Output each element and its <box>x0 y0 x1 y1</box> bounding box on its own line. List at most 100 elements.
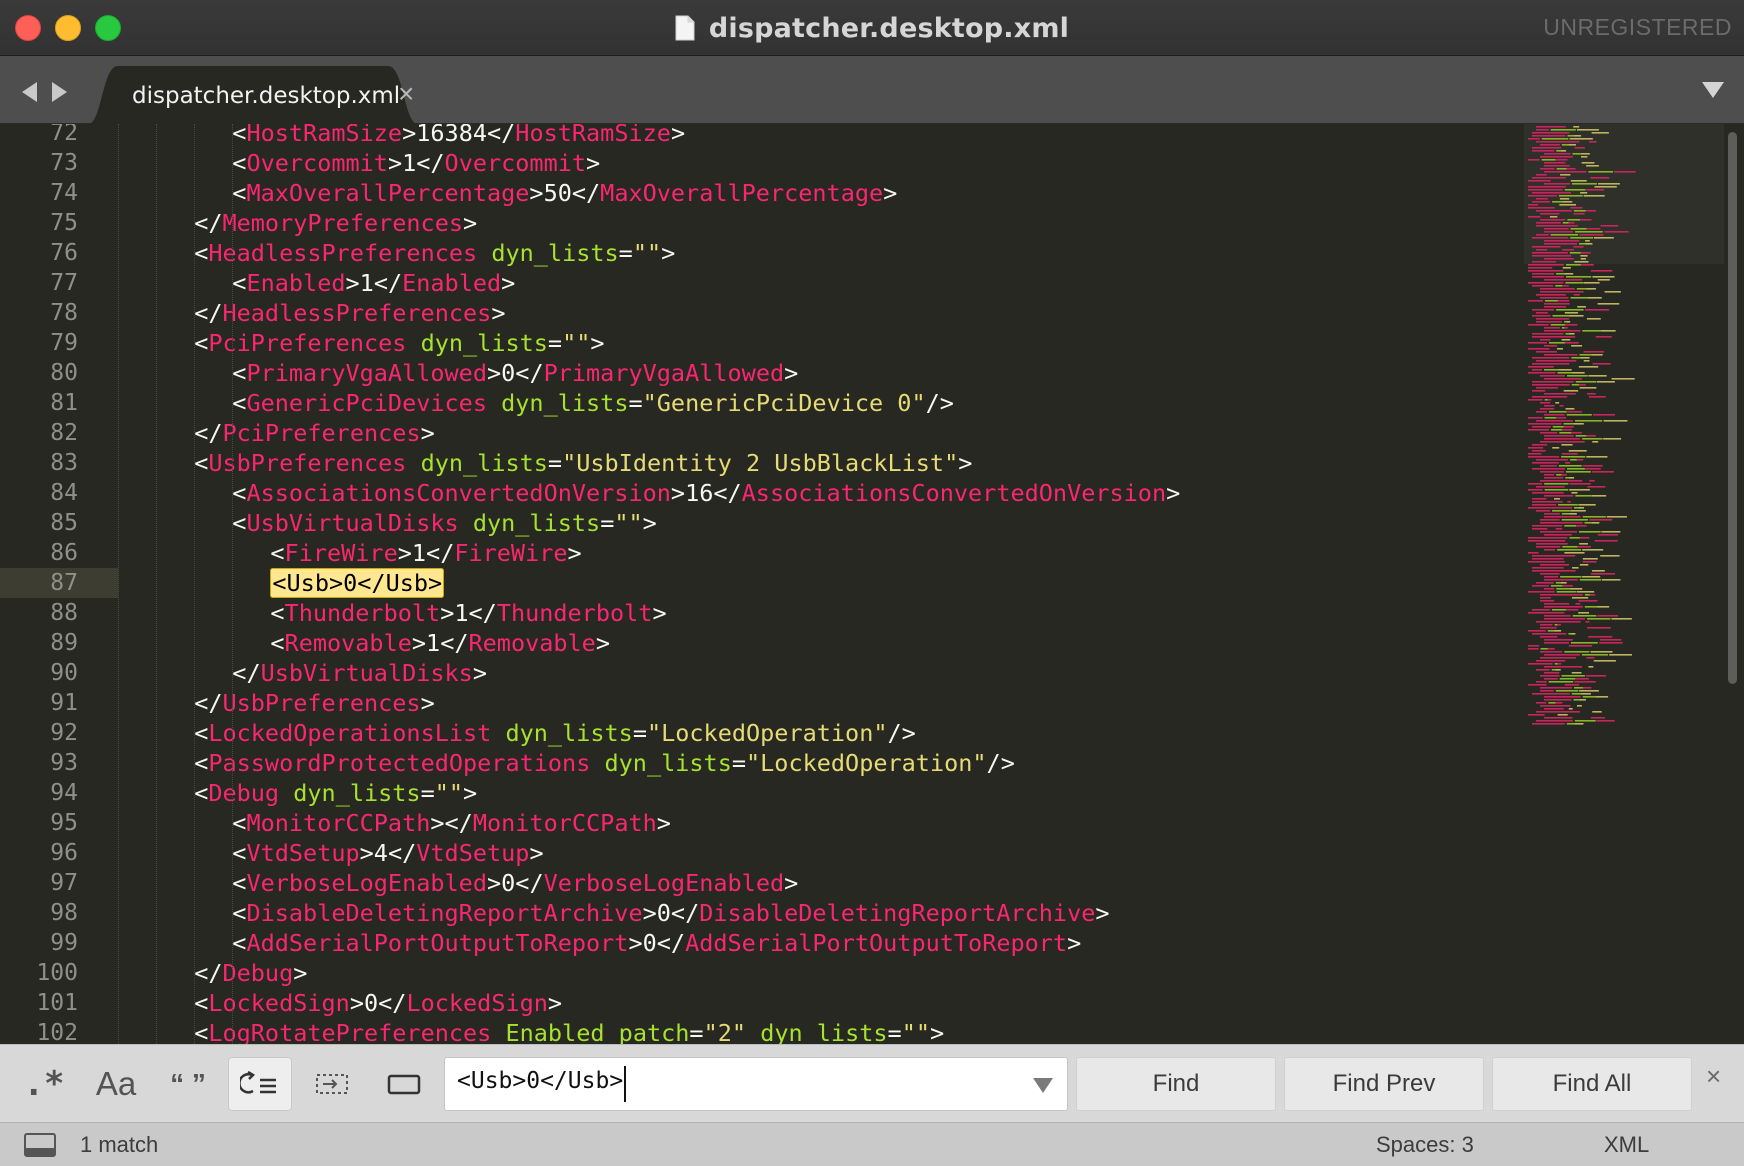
code-token: UsbVirtualDisks <box>246 509 459 537</box>
code-line[interactable]: </PciPreferences> <box>194 418 435 448</box>
code-token: > <box>958 449 973 477</box>
code-token: </ <box>194 689 223 717</box>
find-input[interactable]: <Usb>0</Usb> <box>444 1057 1068 1111</box>
code-token: < <box>194 749 209 777</box>
code-token: Overcommit <box>444 149 587 177</box>
code-token: /> <box>887 719 916 747</box>
code-line[interactable]: <LockedSign>0</LockedSign> <box>194 988 562 1018</box>
code-line[interactable]: <AssociationsConvertedOnVersion>16</Asso… <box>232 478 1180 508</box>
panel-icon[interactable] <box>24 1133 56 1157</box>
regex-icon[interactable]: .* <box>12 1057 76 1111</box>
chevron-right-icon[interactable] <box>52 82 67 102</box>
code-token: Removable <box>284 629 412 657</box>
code-token: HeadlessPreferences <box>222 299 492 327</box>
window-title-wrap: dispatcher.desktop.xml <box>0 0 1744 56</box>
code-token: < <box>232 149 247 177</box>
tab-dispatcher-desktop-xml[interactable]: dispatcher.desktop.xml × <box>88 66 468 124</box>
code-line[interactable]: <Debug dyn_lists=""> <box>194 778 477 808</box>
code-line[interactable]: <Enabled>1</Enabled> <box>232 268 515 298</box>
code-token: /> <box>986 749 1015 777</box>
code-token: 0 <box>501 359 516 387</box>
line-number: 79 <box>50 330 78 356</box>
code-token: VerboseLogEnabled <box>543 869 785 897</box>
code-line[interactable]: <MonitorCCPath></MonitorCCPath> <box>232 808 671 838</box>
vertical-scrollbar[interactable] <box>1728 132 1737 684</box>
code-line[interactable]: <VtdSetup>4</VtdSetup> <box>232 838 543 868</box>
code-line[interactable]: <LogRotatePreferences Enabled patch="2" … <box>194 1018 944 1044</box>
line-number: 91 <box>50 690 78 716</box>
line-number: 80 <box>50 360 78 386</box>
line-number: 85 <box>50 510 78 536</box>
code-token: MonitorCCPath <box>472 809 657 837</box>
wrap-icon[interactable] <box>228 1057 292 1111</box>
code-line[interactable]: <Removable>1</Removable> <box>270 628 610 658</box>
code-line[interactable]: <LockedOperationsList dyn_lists="LockedO… <box>194 718 916 748</box>
code-token: dyn_lists <box>420 449 548 477</box>
code-line[interactable]: <PasswordProtectedOperations dyn_lists="… <box>194 748 1015 778</box>
code-token: "UsbIdentity 2 UsbBlackList" <box>562 449 959 477</box>
find-input-text: <Usb>0</Usb> <box>457 1068 624 1094</box>
code-line[interactable]: <UsbPreferences dyn_lists="UsbIdentity 2… <box>194 448 972 478</box>
code-token: 0 <box>642 929 657 957</box>
code-line[interactable]: <VerboseLogEnabled>0</VerboseLogEnabled> <box>232 868 798 898</box>
code-token: "" <box>632 239 662 267</box>
code-line[interactable]: <AddSerialPortOutputToReport>0</AddSeria… <box>232 928 1081 958</box>
code-token: GenericPciDevices <box>246 389 487 417</box>
line-number: 94 <box>50 780 78 806</box>
code-line[interactable]: <GenericPciDevices dyn_lists="GenericPci… <box>232 388 954 418</box>
code-line[interactable]: <HostRamSize>16384</HostRamSize> <box>232 124 685 148</box>
close-icon[interactable]: × <box>1706 1061 1721 1092</box>
code-token: UsbPreferences <box>222 689 421 717</box>
code-line[interactable]: </HeadlessPreferences> <box>194 298 505 328</box>
case-sensitive-icon[interactable]: Aa <box>84 1057 148 1111</box>
code-line[interactable]: </UsbPreferences> <box>194 688 435 718</box>
code-token: "GenericPciDevice 0" <box>642 389 926 417</box>
code-token: </ <box>373 269 403 297</box>
code-token: </ <box>670 899 700 927</box>
code-line[interactable]: <PrimaryVgaAllowed>0</PrimaryVgaAllowed> <box>232 358 798 388</box>
code-token: Removable <box>468 629 596 657</box>
code-line[interactable]: </Debug> <box>194 958 307 988</box>
code-token: PciPreferences <box>208 329 407 357</box>
syntax-selector[interactable]: XML <box>1604 1132 1649 1158</box>
highlight-matches-icon[interactable] <box>372 1057 436 1111</box>
line-number: 82 <box>50 420 78 446</box>
code-token: VtdSetup <box>416 839 530 867</box>
find-prev-button[interactable]: Find Prev <box>1284 1057 1484 1111</box>
code-token: 1 <box>454 599 469 627</box>
code-line[interactable]: <MaxOverallPercentage>50</MaxOverallPerc… <box>232 178 897 208</box>
triangle-down-icon[interactable] <box>1702 82 1724 98</box>
find-all-button[interactable]: Find All <box>1492 1057 1692 1111</box>
code-token: < <box>232 929 247 957</box>
code-line[interactable]: <UsbVirtualDisks dyn_lists=""> <box>232 508 657 538</box>
code-line[interactable]: <PciPreferences dyn_lists=""> <box>194 328 604 358</box>
code-line[interactable]: <Thunderbolt>1</Thunderbolt> <box>270 598 666 628</box>
in-selection-icon[interactable] <box>300 1057 364 1111</box>
code-line[interactable]: <HeadlessPreferences dyn_lists=""> <box>194 238 675 268</box>
find-button[interactable]: Find <box>1076 1057 1276 1111</box>
code-token: > <box>1067 929 1082 957</box>
code-line[interactable]: <Overcommit>1</Overcommit> <box>232 148 600 178</box>
code-editor[interactable]: 72 73 74 75 76 77 78 79 80 81 82 83 84 85 86 87 88 89 90 91… <box>0 124 1744 1044</box>
line-number: 83 <box>50 450 78 476</box>
close-icon[interactable]: × <box>398 80 414 108</box>
chevron-left-icon[interactable] <box>22 82 37 102</box>
minimap-canvas <box>1524 124 1724 725</box>
code-line[interactable]: </MemoryPreferences> <box>194 208 477 238</box>
minimap[interactable] <box>1524 124 1724 1044</box>
code-token: < <box>194 329 209 357</box>
code-line[interactable]: <Usb>0</Usb> <box>270 568 445 598</box>
triangle-down-icon[interactable] <box>1033 1078 1053 1093</box>
code-area[interactable]: <HostRamSize>16384</HostRamSize> <Overcom… <box>118 124 1518 1044</box>
whole-word-icon[interactable]: “ ” <box>156 1057 220 1111</box>
code-token: > <box>1166 479 1181 507</box>
code-line[interactable]: </UsbVirtualDisks> <box>232 658 487 688</box>
code-token: > <box>420 419 435 447</box>
code-token: > <box>567 539 582 567</box>
indentation-selector[interactable]: Spaces: 3 <box>1376 1132 1474 1158</box>
code-line[interactable]: <DisableDeletingReportArchive>0</Disable… <box>232 898 1109 928</box>
in-selection-icon-glyph <box>316 1074 348 1094</box>
code-line[interactable]: <FireWire>1</FireWire> <box>270 538 581 568</box>
